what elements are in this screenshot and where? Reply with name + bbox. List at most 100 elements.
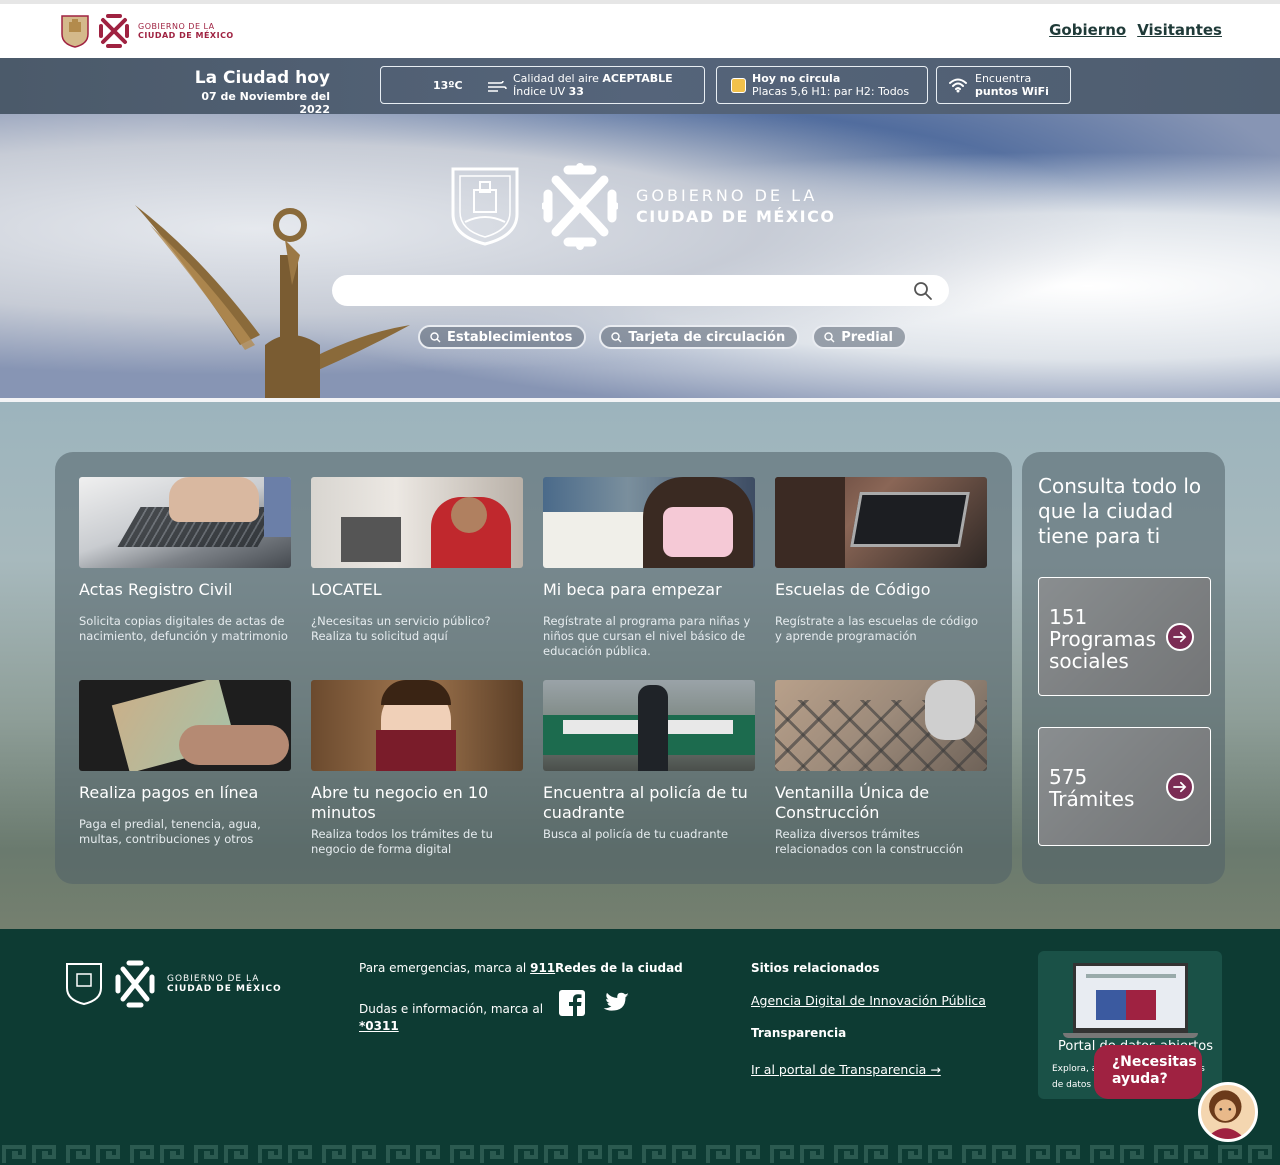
social-links — [558, 989, 630, 1017]
search-input[interactable] — [348, 281, 908, 301]
footer-logo-line2: CIUDAD DE MÉXICO — [167, 984, 282, 994]
air-quality-value: ACEPTABLE — [602, 72, 673, 85]
knot-logo-icon — [542, 163, 618, 250]
card-desc: Regístrate al programa para niñas y niño… — [543, 614, 751, 658]
city-info-bar: La Ciudad hoy 07 de Noviembre del 2022 1… — [0, 58, 1280, 116]
card-mi-beca[interactable]: Mi beca para empezar Regístrate al progr… — [543, 477, 755, 659]
tramites-info: 575 Trámites — [1049, 766, 1134, 810]
wifi-line2: puntos WiFi — [975, 85, 1049, 98]
city-today-title: La Ciudad hoy — [194, 68, 330, 88]
card-desc: Busca al policía de tu cuadrante — [543, 827, 729, 841]
cdmx-logo[interactable]: GOBIERNO DE LA CIUDAD DE MÉXICO — [60, 12, 234, 50]
card-title: Abre tu negocio en 10 minutos — [311, 783, 489, 822]
transparency-link[interactable]: Ir al portal de Transparencia → — [751, 1062, 941, 1077]
shield-icon — [61, 15, 89, 48]
card-title: Mi beca para empezar — [543, 580, 722, 599]
greca-pattern — [0, 1141, 1280, 1165]
chip-label: Establecimientos — [447, 329, 573, 345]
programas-sociales-card[interactable]: 151 Programas sociales — [1038, 577, 1211, 696]
info-number-link[interactable]: *0311 — [359, 1019, 399, 1033]
help-button[interactable]: ¿Necesitas ayuda? — [1094, 1045, 1202, 1099]
card-image — [79, 680, 291, 771]
side-panel: Consulta todo lo que la ciudad tiene par… — [1022, 452, 1225, 884]
top-logo-text: GOBIERNO DE LA CIUDAD DE MÉXICO — [138, 22, 234, 40]
city-today-date: 07 de Noviembre del 2022 — [201, 90, 330, 116]
chip-label: Tarjeta de circulación — [628, 329, 786, 345]
tramites-card[interactable]: 575 Trámites — [1038, 727, 1211, 846]
programs-label: Programas sociales — [1049, 627, 1157, 673]
footer-logo-line1: GOBIERNO DE LA — [167, 974, 260, 984]
no-circula-title: Hoy no circula — [752, 72, 841, 85]
search-bar — [332, 275, 949, 306]
twitter-icon[interactable] — [602, 989, 630, 1017]
card-title: Escuelas de Código — [775, 580, 931, 599]
arrow-right-icon — [1166, 773, 1194, 801]
assistant-avatar-image — [1205, 1090, 1246, 1139]
hologram-color-icon — [731, 78, 746, 93]
side-title: Consulta todo lo que la ciudad tiene par… — [1038, 474, 1202, 548]
card-image — [543, 477, 755, 568]
info-text: Dudas e información, marca al — [359, 1002, 544, 1016]
related-title: Sitios relacionados — [751, 961, 880, 975]
social-title: Redes de la ciudad — [555, 961, 683, 975]
wifi-info: Encuentra puntos WiFi — [975, 72, 1049, 98]
programs-count: 151 — [1049, 605, 1088, 629]
facebook-icon[interactable] — [558, 989, 586, 1017]
related-link[interactable]: Agencia Digital de Innovación Pública — [751, 993, 986, 1008]
search-icon[interactable] — [913, 281, 933, 301]
wifi-box[interactable]: Encuentra puntos WiFi — [936, 66, 1071, 104]
card-title: LOCATEL — [311, 580, 382, 599]
top-nav: Gobierno Visitantes — [1049, 21, 1222, 39]
card-abre-tu-negocio[interactable]: Abre tu negocio en 10 minutos Realiza to… — [311, 680, 523, 857]
emergency-info: Para emergencias, marca al 911 — [359, 961, 555, 975]
quick-search-chips: Establecimientos Tarjeta de circulación … — [418, 325, 907, 349]
card-desc: ¿Necesitas un servicio público? Realiza … — [311, 614, 491, 643]
card-image — [311, 477, 523, 568]
chip-predial[interactable]: Predial — [812, 325, 907, 349]
shield-icon — [451, 167, 519, 246]
uv-value: 33 — [568, 85, 584, 98]
hoy-no-circula-box[interactable]: Hoy no circula Placas 5,6 H1: par H2: To… — [716, 66, 928, 104]
shield-icon — [66, 963, 102, 1006]
card-desc: Realiza diversos trámites relacionados c… — [775, 827, 964, 856]
no-circula-detail: Placas 5,6 H1: par H2: Todos — [752, 85, 910, 98]
card-desc: Paga el predial, tenencia, agua, multas,… — [79, 817, 261, 846]
hero-logo-text: GOBIERNO DE LA CIUDAD DE MÉXICO — [636, 186, 835, 226]
card-desc: Solicita copias digitales de actas de na… — [79, 614, 288, 643]
card-locatel[interactable]: LOCATEL ¿Necesitas un servicio público? … — [311, 477, 523, 644]
top-header: GOBIERNO DE LA CIUDAD DE MÉXICO Gobierno… — [0, 0, 1280, 58]
emergency-number-link[interactable]: 911 — [530, 961, 555, 975]
card-policia-cuadrante[interactable]: Encuentra al policía de tu cuadrante Bus… — [543, 680, 755, 842]
laptop-base — [1063, 1033, 1198, 1038]
search-icon — [611, 331, 622, 342]
logo-line1: GOBIERNO DE LA — [138, 22, 215, 31]
card-image — [775, 680, 987, 771]
card-desc: Regístrate a las escuelas de código y ap… — [775, 614, 979, 643]
weather-box[interactable]: 13ºC Calidad del aire ACEPTABLE Índice U… — [380, 66, 705, 104]
card-ventanilla-construccion[interactable]: Ventanilla Única de Construcción Realiza… — [775, 680, 987, 857]
chip-establecimientos[interactable]: Establecimientos — [418, 325, 587, 349]
footer-logo[interactable]: GOBIERNO DE LA CIUDAD DE MÉXICO — [65, 959, 282, 1009]
nav-gobierno-link[interactable]: Gobierno — [1049, 21, 1126, 39]
hero-logo-line1: GOBIERNO DE LA — [636, 186, 818, 205]
arrow-right-icon — [1166, 623, 1194, 651]
card-desc: Realiza todos los trámites de tu negocio… — [311, 827, 493, 856]
nav-visitantes-link[interactable]: Visitantes — [1137, 21, 1222, 39]
no-circula-info: Hoy no circula Placas 5,6 H1: par H2: To… — [752, 72, 909, 98]
chip-tarjeta-circulacion[interactable]: Tarjeta de circulación — [599, 325, 800, 349]
emergency-text: Para emergencias, marca al — [359, 961, 527, 975]
knot-logo-icon — [115, 960, 155, 1008]
wifi-icon — [949, 78, 967, 93]
card-actas-registro-civil[interactable]: Actas Registro Civil Solicita copias dig… — [79, 477, 291, 644]
search-icon — [824, 331, 835, 342]
air-uv-info: Calidad del aire ACEPTABLE Índice UV 33 — [513, 72, 673, 98]
assistant-avatar[interactable] — [1198, 1082, 1258, 1142]
card-pagos-en-linea[interactable]: Realiza pagos en línea Paga el predial, … — [79, 680, 291, 847]
card-title: Realiza pagos en línea — [79, 783, 259, 802]
wind-icon — [488, 80, 507, 92]
transparency-title: Transparencia — [751, 1026, 847, 1040]
card-image — [775, 477, 987, 568]
card-escuelas-codigo[interactable]: Escuelas de Código Regístrate a las escu… — [775, 477, 987, 644]
card-title: Encuentra al policía de tu cuadrante — [543, 783, 748, 822]
laptop-screen-image — [1073, 963, 1188, 1033]
